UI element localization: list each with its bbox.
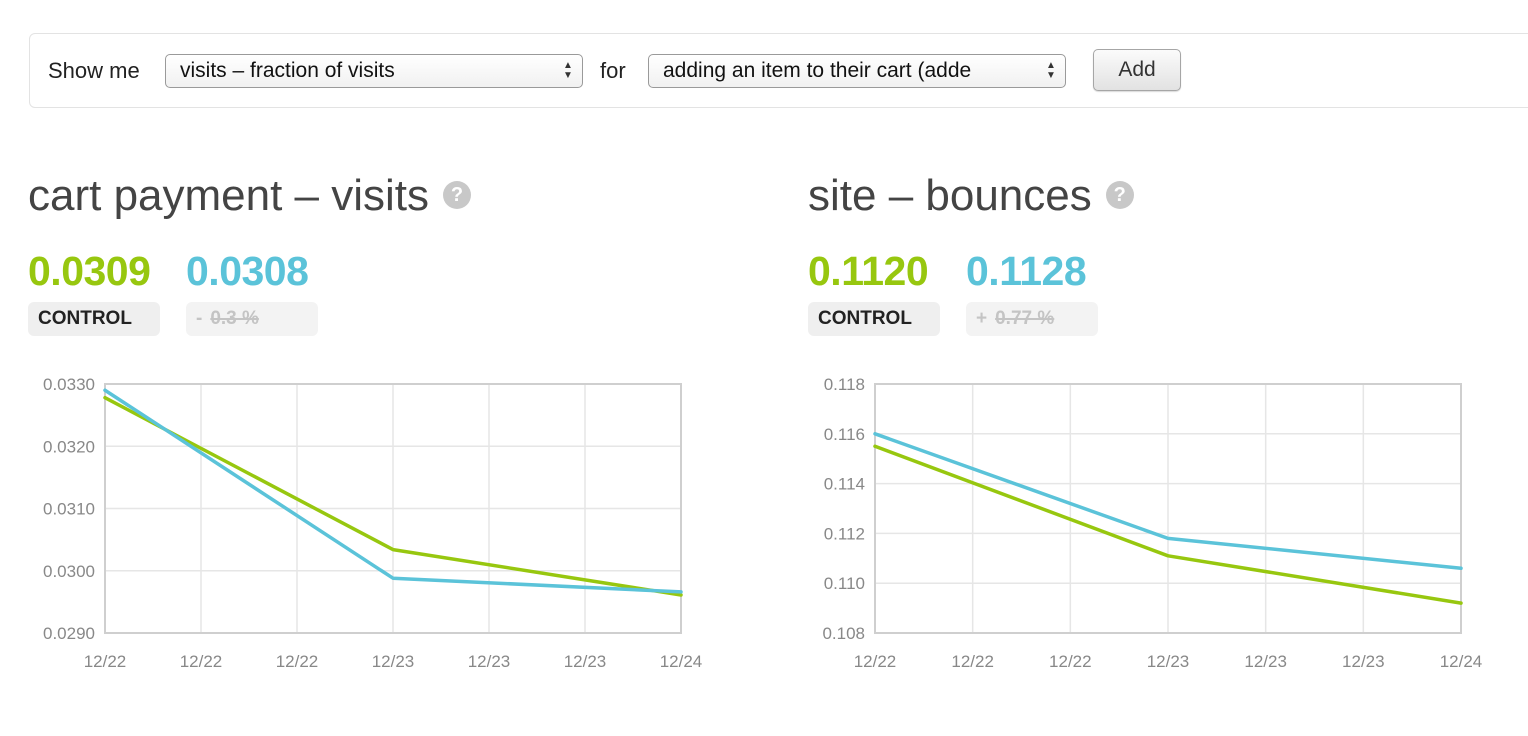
chart-site-bounces: 0.118 0.116 0.114 0.112 0.110 0.108 12/22 12/22… xyxy=(822,375,1483,671)
y-tick-label: 0.108 xyxy=(822,624,865,643)
x-tick-label: 12/22 xyxy=(854,652,897,671)
x-tick-label: 12/23 xyxy=(1342,652,1385,671)
x-tick-label: 12/23 xyxy=(1244,652,1287,671)
x-tick-label: 12/22 xyxy=(1049,652,1092,671)
y-tick-label: 0.114 xyxy=(824,475,865,494)
x-tick-label: 12/23 xyxy=(1147,652,1190,671)
y-tick-label: 0.112 xyxy=(824,524,865,543)
x-tick-label: 12/22 xyxy=(951,652,994,671)
y-tick-label: 0.110 xyxy=(824,574,865,593)
x-tick-label: 12/24 xyxy=(1440,652,1483,671)
y-tick-label: 0.116 xyxy=(824,425,865,444)
y-tick-label: 0.118 xyxy=(824,375,865,394)
